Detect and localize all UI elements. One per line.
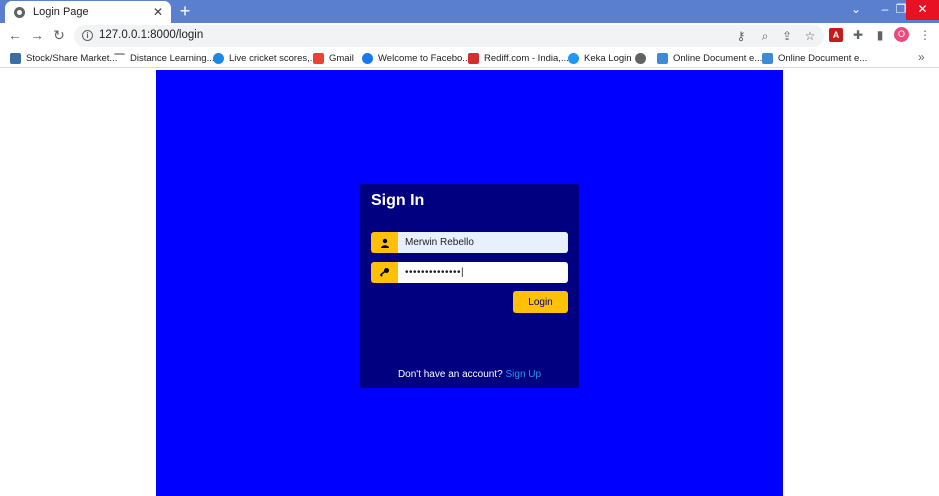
share-icon[interactable]: ⇪: [780, 29, 794, 43]
bookmark-item[interactable]: Stock/Share Market...: [10, 51, 117, 65]
forward-arrow-icon[interactable]: →: [29, 27, 45, 43]
stock-icon: [10, 52, 21, 64]
user-icon: [371, 232, 398, 253]
doc-icon: [762, 52, 773, 64]
tab-title: Login Page: [33, 6, 89, 18]
facebook-icon: [362, 52, 373, 64]
side-panel-icon[interactable]: ▮: [873, 28, 887, 42]
info-icon[interactable]: i: [82, 30, 93, 41]
zoom-icon[interactable]: ⌕: [758, 29, 772, 43]
tab-login-page[interactable]: Login Page ✕: [5, 1, 171, 23]
bookmark-item[interactable]: Live cricket scores,...: [213, 51, 318, 65]
address-bar[interactable]: i 127.0.0.1:8000/login ⚷ ⌕ ⇪ ☆: [74, 25, 824, 47]
password-field: [371, 262, 568, 283]
page-background: Sign In Login Don't have an account? Sig…: [156, 70, 783, 496]
bookmark-label: Welcome to Facebo...: [378, 52, 471, 64]
tab-close-icon[interactable]: ✕: [150, 4, 166, 20]
gmail-icon: [313, 52, 324, 64]
bookmark-item[interactable]: [635, 51, 651, 65]
back-arrow-icon[interactable]: ←: [7, 27, 23, 43]
cricket-icon: [213, 52, 224, 64]
tab-strip: Login Page ✕ + ⌄ – ❐ ✕: [0, 0, 939, 23]
bookmark-item[interactable]: Welcome to Facebo...: [362, 51, 470, 65]
username-input[interactable]: [398, 232, 568, 253]
page-title: Sign In: [371, 192, 425, 209]
bookmark-label: Stock/Share Market...: [26, 52, 118, 64]
signup-link[interactable]: Sign Up: [505, 369, 541, 380]
signup-row: Don't have an account? Sign Up: [360, 369, 579, 380]
globe-icon: [635, 52, 646, 64]
doc-icon: [657, 52, 668, 64]
pdf-extension-icon[interactable]: A: [829, 28, 843, 42]
signup-prompt: Don't have an account?: [397, 369, 503, 380]
bookmarks-bar: Stock/Share Market... Distance Learning.…: [0, 48, 939, 68]
dash-icon: [114, 53, 125, 57]
login-button[interactable]: Login: [513, 291, 568, 313]
browser-toolbar: ← → ↻ i 127.0.0.1:8000/login ⚷ ⌕ ⇪ ☆ A ✚…: [0, 23, 939, 48]
keka-icon: [568, 52, 579, 64]
url-text[interactable]: 127.0.0.1:8000/login: [99, 29, 203, 41]
bookmark-item[interactable]: Distance Learning...: [114, 51, 215, 65]
tab-search-icon[interactable]: ⌄: [842, 0, 870, 20]
bookmark-label: Gmail: [329, 52, 354, 64]
bookmark-label: Keka Login: [584, 52, 632, 64]
key-icon: [371, 262, 398, 283]
bookmark-item[interactable]: Gmail: [313, 51, 354, 65]
bookmarks-overflow-icon[interactable]: »: [918, 50, 925, 64]
bookmark-item[interactable]: Online Document e...: [657, 51, 762, 65]
password-input[interactable]: [398, 262, 568, 283]
new-tab-button[interactable]: +: [176, 2, 194, 20]
bookmark-label: Online Document e...: [673, 52, 763, 64]
rediff-icon: [468, 52, 479, 64]
globe-icon: [14, 6, 25, 18]
close-window-button[interactable]: ✕: [906, 0, 939, 20]
reload-icon[interactable]: ↻: [51, 27, 67, 43]
bookmark-label: Online Document e...: [778, 52, 868, 64]
bookmark-label: Distance Learning...: [130, 52, 215, 64]
page-viewport: Sign In Login Don't have an account? Sig…: [0, 70, 939, 496]
bookmark-label: Live cricket scores,...: [229, 52, 318, 64]
key-icon[interactable]: ⚷: [734, 29, 748, 43]
star-icon[interactable]: ☆: [803, 29, 817, 43]
bookmark-item[interactable]: Rediff.com - India,...: [468, 51, 569, 65]
login-card: Sign In Login Don't have an account? Sig…: [360, 184, 579, 388]
bookmark-item[interactable]: Keka Login: [568, 51, 632, 65]
puzzle-icon[interactable]: ✚: [851, 28, 865, 42]
username-field: [371, 232, 568, 253]
bookmark-item[interactable]: Online Document e...: [762, 51, 867, 65]
menu-kebab-icon[interactable]: ⋮: [918, 28, 932, 42]
profile-avatar[interactable]: O: [894, 27, 909, 42]
bookmark-label: Rediff.com - India,...: [484, 52, 569, 64]
